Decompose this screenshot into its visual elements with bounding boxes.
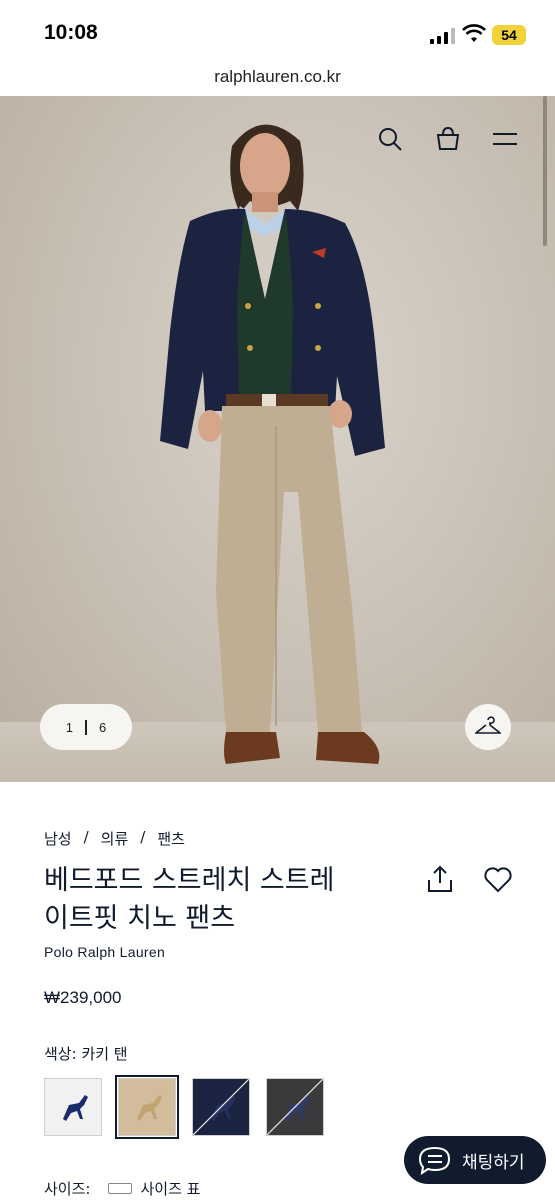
polo-pony-logo-icon <box>63 1095 88 1121</box>
image-pager: 1 6 <box>40 704 132 750</box>
color-selection-label: 색상: 카키 탠 <box>44 1043 128 1064</box>
product-title: 베드포드 스트레치 스트레 이트핏 치노 팬츠 <box>44 862 384 938</box>
address-bar[interactable]: ralphlauren.co.kr <box>0 64 555 96</box>
size-guide-text: 사이즈 표 <box>140 1180 201 1198</box>
size-label: 사이즈: <box>44 1180 91 1198</box>
status-bar: 10:08 54 <box>0 0 555 64</box>
pager-divider <box>85 719 87 735</box>
breadcrumb-separator: / <box>140 828 146 846</box>
color-swatch-white[interactable] <box>44 1078 102 1136</box>
model-figure <box>160 124 385 764</box>
pager-current: 1 <box>65 719 73 735</box>
product-image-carousel[interactable]: 1 6 <box>0 96 555 782</box>
polo-pony-logo-icon <box>137 1095 162 1121</box>
color-swatch-khaki-tan[interactable] <box>115 1075 179 1139</box>
color-value: 카키 탠 <box>81 1045 128 1063</box>
breadcrumb: 남성 / 의류 / 팬츠 <box>44 828 185 849</box>
color-swatches <box>44 1075 324 1139</box>
menu-icon[interactable] <box>490 124 520 154</box>
chat-bubble-icon <box>418 1146 451 1175</box>
share-icon[interactable] <box>425 864 455 894</box>
breadcrumb-item-pants[interactable]: 팬츠 <box>157 828 185 849</box>
search-icon[interactable] <box>375 124 405 154</box>
url-text: ralphlauren.co.kr <box>214 67 341 86</box>
wifi-icon <box>462 24 486 42</box>
color-swatch-charcoal[interactable] <box>266 1078 324 1136</box>
breadcrumb-separator: / <box>83 828 89 846</box>
hanger-icon <box>475 716 501 734</box>
pager-total: 6 <box>99 719 107 735</box>
product-title-line1: 베드포드 스트레치 스트레 <box>44 865 335 896</box>
brand-name[interactable]: Polo Ralph Lauren <box>44 944 165 960</box>
hanger-button[interactable] <box>465 704 511 750</box>
color-label: 색상: <box>44 1045 77 1063</box>
ruler-icon <box>108 1183 133 1194</box>
unavailable-slash-icon <box>267 1079 323 1135</box>
product-title-line2: 이트핏 치노 팬츠 <box>44 903 236 934</box>
cellular-signal-icon <box>430 28 455 44</box>
wishlist-heart-icon[interactable] <box>482 864 514 894</box>
product-price: ₩239,000 <box>44 988 122 1007</box>
chat-button[interactable]: 채팅하기 <box>404 1136 546 1184</box>
unavailable-slash-icon <box>193 1079 249 1135</box>
clock: 10:08 <box>44 21 98 44</box>
chat-label: 채팅하기 <box>462 1152 525 1173</box>
size-row: 사이즈: 사이즈 표 <box>44 1178 200 1199</box>
battery-indicator: 54 <box>492 25 526 45</box>
breadcrumb-item-clothing[interactable]: 의류 <box>101 828 129 849</box>
shopping-bag-icon[interactable] <box>433 124 463 154</box>
breadcrumb-item-men[interactable]: 남성 <box>44 828 72 849</box>
size-guide-link[interactable]: 사이즈 표 <box>108 1178 200 1199</box>
color-swatch-navy[interactable] <box>192 1078 250 1136</box>
